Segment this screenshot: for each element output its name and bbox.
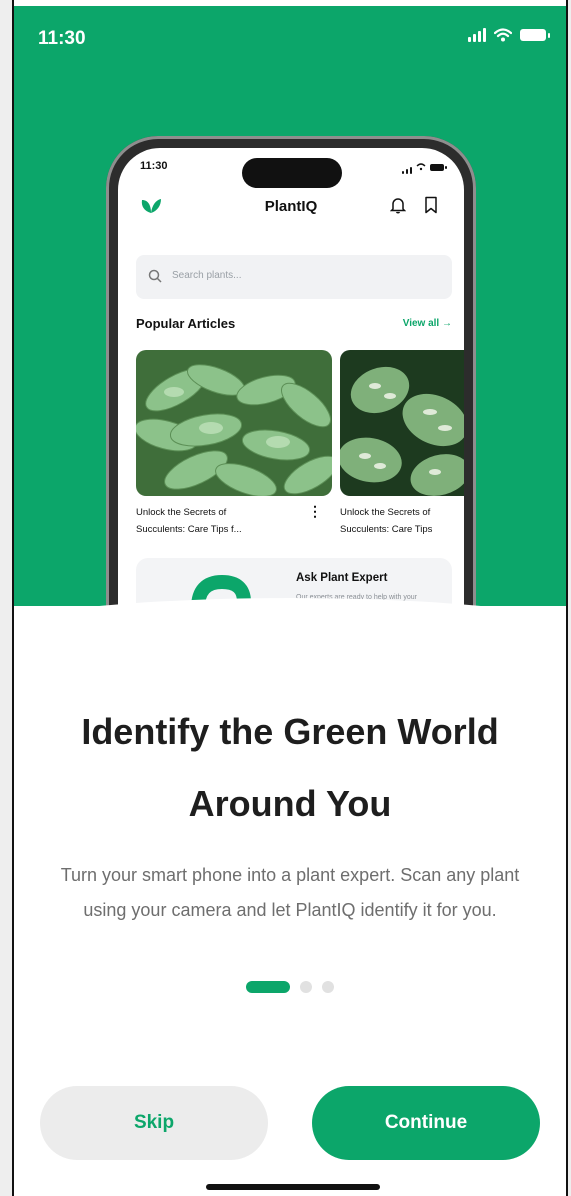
onboarding-headline: Identify the Green World Around You [81,711,499,824]
skip-button[interactable]: Skip [40,1086,268,1160]
page-dot [300,981,312,993]
app-title: PlantIQ [264,198,318,215]
section-title: Popular Articles [136,316,236,331]
continue-button[interactable]: Continue [312,1086,540,1160]
article-card[interactable]: Unlock the Secrets of Succulents: Care T… [340,350,464,538]
articles-header: Popular Articles View all → [136,316,452,336]
article-caption: Unlock the Secrets of Succulents: Care T… [340,507,433,535]
search-placeholder: Search plants... [172,270,242,281]
bookmark-icon[interactable] [424,196,438,214]
mockup-wifi-icon [416,163,426,171]
mockup-header: PlantIQ [118,188,464,228]
bell-icon[interactable] [390,196,406,214]
search-icon [148,269,162,283]
view-all-link[interactable]: View all → [403,318,452,329]
onboarding-screen: 11:30 11:30 PlantIQ Search plants... Pop… [14,6,566,1196]
more-options-icon[interactable]: ⋮ [308,504,322,518]
onboarding-subtitle: Turn your smart phone into a plant exper… [60,865,520,920]
article-caption: Unlock the Secrets of Succulents: Care T… [136,507,242,535]
mockup-battery-icon [430,163,447,171]
left-edge [0,0,14,1196]
status-time: 11:30 [38,28,86,49]
ask-title: Ask Plant Expert [296,572,388,584]
app-frame: 11:30 11:30 PlantIQ Search plants... Pop… [0,0,571,1196]
page-indicator [246,981,334,993]
page-dot-active [246,981,290,993]
monstera-image [340,350,464,496]
article-card[interactable]: Unlock the Secrets of Succulents: Care T… [136,350,332,538]
mockup-signal-icon [402,160,412,174]
succulent-image [136,350,332,496]
home-indicator [206,1184,380,1190]
right-edge [566,0,571,1196]
mockup-time: 11:30 [140,160,168,172]
battery-icon [520,29,550,41]
mockup-status-icons [402,160,447,174]
status-bar: 11:30 [14,6,566,66]
wifi-icon [494,28,512,42]
mockup-search-bar[interactable]: Search plants... [136,255,452,299]
status-icons [468,28,550,42]
signal-icon [468,28,486,42]
dynamic-island [242,158,342,188]
page-dot [322,981,334,993]
